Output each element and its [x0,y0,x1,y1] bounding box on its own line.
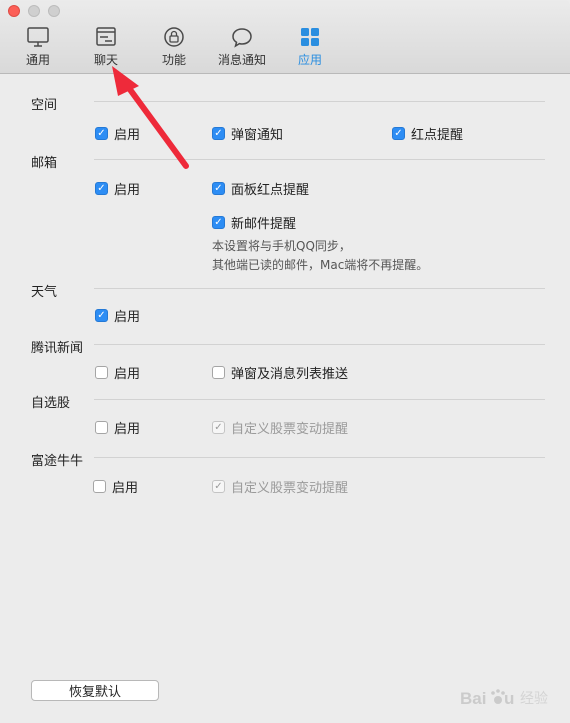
svg-text:u: u [504,689,514,708]
checkmark-icon: ✓ [212,182,225,195]
tab-label: 通用 [25,53,50,67]
checkbox-label: 启用 [114,128,141,143]
checkmark-icon: ✓ [95,127,108,140]
checkbox-label: 面板红点提醒 [231,183,310,198]
mail-enable-checkbox[interactable]: ✓ 启用 [95,179,140,198]
section-title-futu: 富途牛牛 [31,454,84,469]
checkbox-label: 红点提醒 [411,128,464,143]
restore-defaults-button[interactable]: 恢复默认 [31,680,159,701]
mail-sync-note-line1: 本设置将与手机QQ同步， [212,239,351,253]
svg-text:Bai: Bai [460,689,486,708]
speech-bubble-icon [232,28,252,48]
weather-enable-checkbox[interactable]: ✓ 启用 [95,306,140,325]
checkmark-icon: ✓ [212,127,225,140]
monitor-icon [27,27,49,47]
tab-label: 聊天 [93,53,118,67]
section-title-weather: 天气 [31,285,58,300]
news-push-checkbox[interactable]: 弹窗及消息列表推送 [212,363,348,382]
qzone-reddot-checkbox[interactable]: ✓ 红点提醒 [392,124,463,143]
checkbox-box [95,366,108,379]
checkbox-label: 弹窗及消息列表推送 [231,367,349,382]
tab-general[interactable]: 通用 [8,22,68,70]
app-grid-icon [301,28,319,46]
stocks-enable-checkbox[interactable]: 启用 [95,418,140,437]
checkbox-box [95,421,108,434]
close-window-button[interactable] [8,5,20,17]
toolbar: 通用 聊天 功能 消息通知 应用 [0,0,570,74]
zoom-window-button[interactable] [48,5,60,17]
divider [94,344,545,345]
mail-sync-note-line2: 其他端已读的邮件，Mac端将不再提醒。 [212,258,429,272]
tab-function[interactable]: 功能 [144,22,204,70]
tab-chat[interactable]: 聊天 [76,22,136,70]
checkmark-icon: ✓ [212,421,225,434]
checkbox-label: 新邮件提醒 [231,217,297,232]
lock-circle-icon [164,27,184,47]
checkbox-label: 启用 [114,183,141,198]
baidu-paw-logo-icon: Bai u [460,689,514,708]
preferences-window: 通用 聊天 功能 消息通知 应用 空间 ✓ 启用 ✓ 弹窗通知 ✓ 红点提醒 邮… [0,0,570,723]
section-title-news: 腾讯新闻 [31,341,84,356]
section-title-mail: 邮箱 [31,156,58,171]
futu-enable-checkbox[interactable]: 启用 [93,477,138,496]
checkbox-label: 自定义股票变动提醒 [231,422,349,437]
checkmark-icon: ✓ [212,216,225,229]
qzone-popup-checkbox[interactable]: ✓ 弹窗通知 [212,124,283,143]
news-enable-checkbox[interactable]: 启用 [95,363,140,382]
checkmark-icon: ✓ [212,480,225,493]
divider [94,288,545,289]
tab-label: 应用 [297,53,322,67]
checkbox-label: 启用 [114,310,141,325]
watermark-text: 经验 [520,691,548,707]
stocks-custom-alert-checkbox: ✓ 自定义股票变动提醒 [212,418,348,437]
checkbox-label: 自定义股票变动提醒 [231,481,349,496]
tab-notifications[interactable]: 消息通知 [212,22,272,70]
futu-custom-alert-checkbox: ✓ 自定义股票变动提醒 [212,477,348,496]
divider [94,101,545,102]
checkbox-label: 弹窗通知 [231,128,284,143]
divider [94,457,545,458]
section-title-qzone: 空间 [31,98,58,113]
tab-label: 功能 [161,53,186,67]
tab-apps[interactable]: 应用 [280,22,340,70]
red-arrow-annotation [112,66,189,169]
checkmark-icon: ✓ [95,182,108,195]
checkbox-label: 启用 [112,481,139,496]
checkmark-icon: ✓ [392,127,405,140]
qzone-enable-checkbox[interactable]: ✓ 启用 [95,124,140,143]
tab-label: 消息通知 [217,53,266,67]
checkmark-icon: ✓ [95,309,108,322]
mail-panel-reddot-checkbox[interactable]: ✓ 面板红点提醒 [212,179,309,198]
divider [94,399,545,400]
checkbox-box [93,480,106,493]
checkbox-label: 启用 [114,367,141,382]
divider [94,159,545,160]
watermark: Bai u 经验 [460,687,548,709]
checkbox-label: 启用 [114,422,141,437]
chat-window-icon [96,27,116,46]
minimize-window-button[interactable] [28,5,40,17]
mail-new-mail-checkbox[interactable]: ✓ 新邮件提醒 [212,213,296,232]
section-title-stocks: 自选股 [31,396,71,411]
checkbox-box [212,366,225,379]
